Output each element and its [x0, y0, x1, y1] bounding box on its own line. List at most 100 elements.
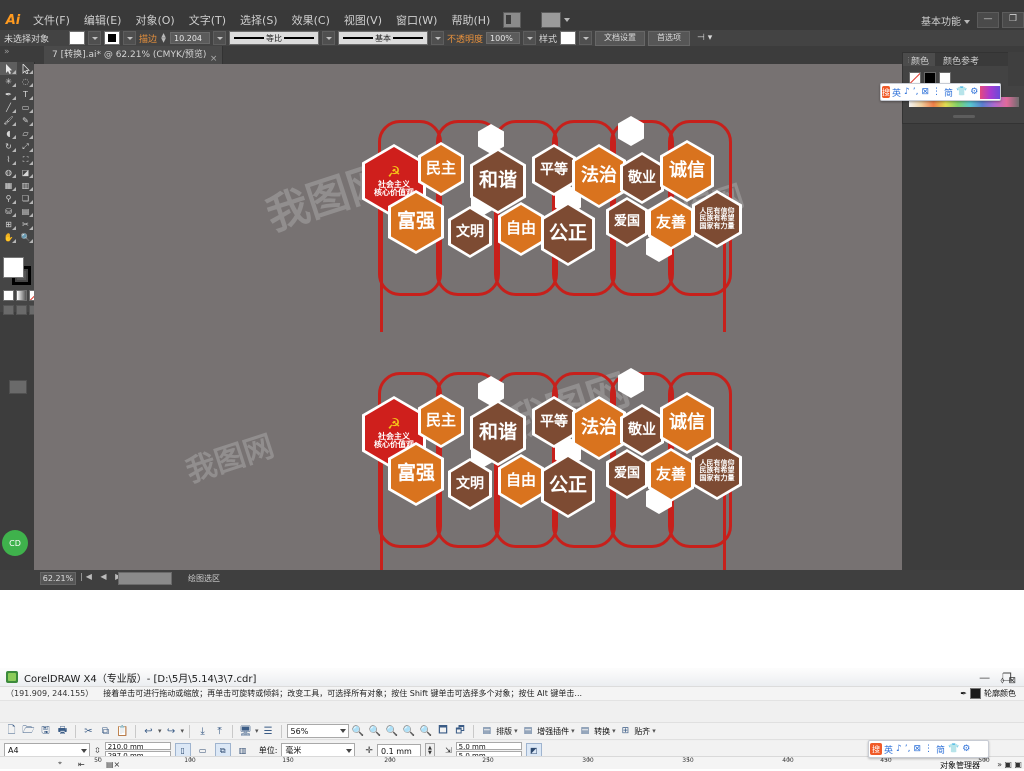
tool-gradient[interactable]: ▥ — [17, 179, 34, 192]
preferences-button[interactable]: 首选项 — [648, 30, 691, 46]
tool-slice[interactable]: ✂ — [17, 218, 34, 231]
tool-perspective-grid[interactable]: ◪ — [17, 166, 34, 179]
control-bar-overflow-icon[interactable]: ⊣ ▾ — [697, 33, 712, 43]
artwork-copy-top[interactable]: ☭ 社会主义 核心价值观 民主 富强 文明 和谐 自由 平等 公正 法治 爱国 … — [330, 112, 760, 332]
tool-rotate[interactable]: ↻ — [0, 140, 17, 153]
tool-lasso[interactable]: ◌ — [17, 75, 34, 88]
slogan-hexagon[interactable]: 人民有信仰 民族有希望 国家有力量 — [692, 190, 742, 248]
docker-title[interactable]: 对象管理器 — [940, 760, 980, 771]
panel-collapse-icon[interactable]: » — [4, 47, 10, 57]
menu-help[interactable]: 帮助(H) — [444, 10, 497, 30]
document-setup-button[interactable]: 文档设置 — [595, 30, 646, 46]
value-hexagon-pingdeng[interactable]: 平等 — [532, 396, 576, 448]
zoom-level-input[interactable]: 62.21% — [40, 572, 76, 585]
zoom-to-page-width-button[interactable]: 🗗 — [453, 724, 468, 739]
value-hexagon-youshan[interactable]: 友善 — [648, 448, 694, 502]
style-dropdown[interactable] — [579, 31, 593, 45]
page-width-input[interactable]: 210.0 mm — [104, 742, 171, 751]
duplicate-offset-x-input[interactable]: 5.0 mm — [455, 742, 522, 751]
tab-color[interactable]: ⋮⋮ 颜色 — [903, 53, 936, 67]
redo-dropdown-icon[interactable]: ▾ — [181, 727, 185, 735]
value-hexagon-fuqiang[interactable]: 富强 — [388, 442, 444, 506]
tool-mesh[interactable]: ▦ — [0, 179, 17, 192]
value-hexagon-aiguo[interactable]: 爱国 — [606, 197, 648, 247]
fill-color-box[interactable] — [3, 257, 24, 278]
chevron-down-icon[interactable]: ▾ — [571, 727, 575, 735]
tool-hand[interactable]: ✋ — [0, 231, 17, 244]
zoom-to-page-button[interactable]: 🗖 — [436, 724, 451, 739]
tool-eyedropper[interactable]: ⚲ — [0, 192, 17, 205]
stroke-swatch[interactable] — [104, 31, 120, 45]
value-hexagon-gongzheng[interactable]: 公正 — [541, 454, 595, 518]
tool-direct-selection[interactable] — [17, 62, 34, 75]
launcher-dropdown-icon[interactable]: ▾ — [255, 727, 259, 735]
ime-more-icon[interactable]: ⋮ — [931, 87, 942, 97]
print-button[interactable]: 🖶 — [55, 724, 70, 739]
ime-settings-icon[interactable]: ⚙ — [969, 87, 979, 97]
value-hexagon-pingdeng[interactable]: 平等 — [532, 144, 576, 196]
ime-tone-icon[interactable]: ♪ — [895, 744, 903, 754]
ime-language-icon[interactable]: 英 — [891, 86, 902, 99]
save-button[interactable]: 🖫 — [38, 724, 53, 739]
artwork-copy-bottom[interactable]: ☭ 社会主义 核心价值观 民主 富强 文明 和谐 自由 平等 公正 法治 爱国 … — [330, 364, 760, 570]
opacity-label[interactable]: 不透明度 — [447, 32, 483, 45]
ime-logo-icon[interactable]: 搜 — [870, 743, 882, 755]
copy-button[interactable]: ⧉ — [98, 724, 113, 739]
chevron-down-icon[interactable] — [964, 19, 970, 24]
ime-logo-icon[interactable]: 搜 — [882, 86, 890, 98]
menu-type[interactable]: 文字(T) — [182, 10, 233, 30]
minimize-button[interactable]: — — [977, 12, 999, 28]
menu-view[interactable]: 视图(V) — [337, 10, 389, 30]
stroke-profile-select[interactable]: 等比 — [229, 31, 320, 45]
stroke-profile-dropdown[interactable] — [322, 31, 336, 45]
tool-pen[interactable]: ✒ — [0, 88, 17, 101]
fill-color-icon[interactable]: ⬨ — [1000, 676, 1004, 686]
zoom-out-button[interactable]: 🔍 — [368, 724, 383, 739]
options-button[interactable]: ☰ — [261, 724, 276, 739]
tool-line-segment[interactable]: ╱ — [0, 101, 17, 114]
tool-type[interactable]: T — [17, 88, 34, 101]
brush-select[interactable]: 基本 — [338, 31, 429, 45]
tool-shape-builder[interactable]: ◍ — [0, 166, 17, 179]
tool-symbol-sprayer[interactable]: ⛁ — [0, 205, 17, 218]
chevron-down-icon[interactable] — [339, 729, 346, 733]
zoom-100-button[interactable]: 🔍 — [385, 724, 400, 739]
ime-toolbar[interactable]: 搜 英 ♪ ʼ, ⊠ ⋮ 简 👕 ⚙ — [880, 83, 1001, 101]
stroke-weight-dropdown[interactable] — [213, 31, 227, 45]
ime-banner[interactable] — [980, 85, 1000, 99]
tool-artboard[interactable]: ⊞ — [0, 218, 17, 231]
slogan-hexagon[interactable]: 人民有信仰 民族有希望 国家有力量 — [692, 442, 742, 500]
ime-skin-icon[interactable]: 👕 — [955, 87, 968, 97]
stroke-weight-stepper[interactable]: ▲ ▼ — [160, 32, 167, 44]
tool-magic-wand[interactable]: ✳ — [0, 75, 17, 88]
tab-color-guide[interactable]: 颜色参考 — [935, 53, 985, 67]
value-hexagon-fuqiang[interactable]: 富强 — [388, 190, 444, 254]
ime-settings-icon[interactable]: ⚙ — [961, 744, 971, 754]
fullscreen-menubar-mode-icon[interactable] — [16, 305, 27, 315]
ime-more-icon[interactable]: ⋮ — [923, 744, 934, 754]
ime-tone-icon[interactable]: ♪ — [903, 87, 911, 97]
document-tab[interactable]: 7 [转换].ai* @ 62.21% (CMYK/预览) × — [44, 46, 224, 64]
tool-paintbrush[interactable]: 🖌 — [0, 114, 17, 127]
menu-select[interactable]: 选择(S) — [233, 10, 285, 30]
plugin-button-enhanced[interactable]: ▤ 增强插件 ▾ — [524, 726, 575, 737]
application-launcher-button[interactable]: 🖥 — [238, 724, 253, 739]
tool-blob-brush[interactable]: ◖ — [0, 127, 17, 140]
ime-language-icon[interactable]: 英 — [883, 743, 894, 756]
plugin-button-convert[interactable]: ▤ 转换 ▾ — [581, 726, 616, 737]
style-swatch[interactable] — [560, 31, 577, 45]
menu-effect[interactable]: 效果(C) — [285, 10, 337, 30]
chevron-down-icon[interactable]: ▾ — [514, 727, 518, 735]
change-screen-mode-icon[interactable] — [9, 380, 27, 394]
value-hexagon-minzhu[interactable]: 民主 — [418, 394, 464, 448]
zoom-to-all-objects-button[interactable]: 🔍 — [419, 724, 434, 739]
tool-width[interactable]: ⌇ — [0, 153, 17, 166]
chevron-down-icon[interactable]: ▾ — [612, 727, 616, 735]
outline-color-indicator[interactable]: ✒ 轮廓颜色 — [960, 688, 1016, 699]
tool-zoom[interactable]: 🔍 — [17, 231, 34, 244]
chevron-down-icon[interactable]: ▾ — [652, 727, 656, 735]
workspace-switcher[interactable]: 基本功能 — [921, 13, 974, 28]
value-hexagon-ziyou[interactable]: 自由 — [498, 454, 544, 508]
tool-column-graph[interactable]: ▤ — [17, 205, 34, 218]
plugin-button-snap[interactable]: ⊞ 贴齐 ▾ — [622, 726, 656, 737]
